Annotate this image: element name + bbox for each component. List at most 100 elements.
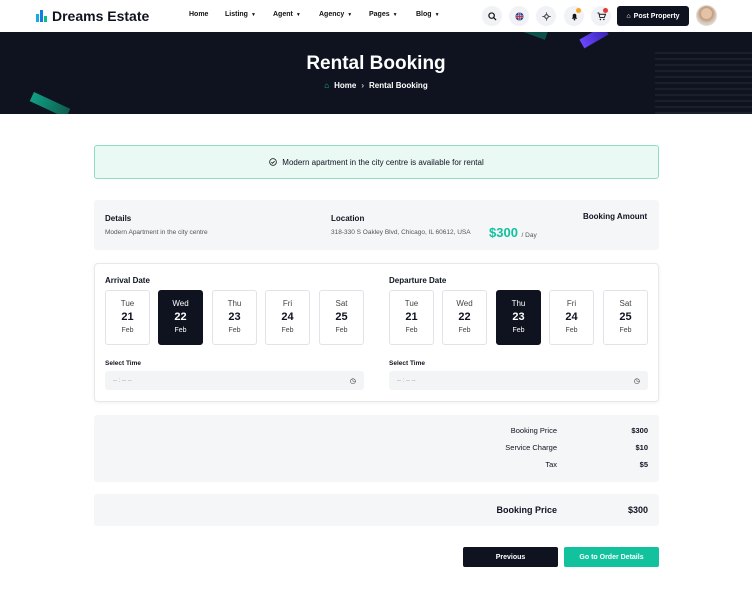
breakdown-row: Service Charge $10: [94, 443, 659, 455]
day-month: Feb: [281, 327, 294, 334]
day-date: 21: [121, 311, 134, 323]
check-circle-icon: [269, 158, 278, 166]
top-navbar: Dreams Estate Home Listing ▼ Agent ▼ Agenc…: [0, 0, 752, 32]
arrival-time-input[interactable]: -- : -- -- ◷: [105, 371, 364, 390]
menu-item-home[interactable]: Home: [189, 11, 208, 18]
home-icon: ⌂: [324, 81, 330, 90]
arrival-day-option-selected[interactable]: Wed 22 Feb: [158, 290, 203, 345]
theme-toggle-icon[interactable]: [536, 6, 556, 26]
menu-item-label: Agent: [273, 11, 293, 18]
day-date: 25: [335, 311, 348, 323]
breakdown-value: $5: [639, 460, 648, 469]
notification-badge: [576, 8, 581, 13]
menu-item-label: Pages: [369, 11, 390, 18]
breadcrumb: ⌂ Home › Rental Booking: [0, 81, 752, 90]
departure-day-option[interactable]: Fri 24 Feb: [549, 290, 594, 345]
post-property-button[interactable]: ⌂ Post Property: [617, 6, 689, 26]
menu-item-listing[interactable]: Listing ▼: [225, 11, 256, 18]
day-name: Wed: [456, 299, 473, 308]
menu-item-label: Listing: [225, 11, 248, 18]
arrival-time-placeholder: -- : -- --: [113, 377, 132, 384]
day-month: Feb: [458, 327, 471, 334]
avatar[interactable]: [696, 5, 717, 26]
booking-amount-label: Booking Amount: [583, 212, 648, 221]
departure-time-label: Select Time: [389, 360, 426, 367]
departure-day-option[interactable]: Wed 22 Feb: [442, 290, 487, 345]
day-name: Sat: [619, 299, 632, 308]
price-breakdown: Booking Price $300 Service Charge $10 Tax $…: [94, 415, 659, 482]
building-logo-icon: [36, 10, 48, 22]
chevron-down-icon: ▼: [250, 11, 256, 18]
chevron-down-icon: ▼: [434, 11, 440, 18]
day-date: 22: [458, 311, 471, 323]
breakdown-label: Booking Price: [510, 426, 557, 435]
day-date: 23: [228, 311, 241, 323]
day-month: Feb: [121, 327, 134, 334]
location-value: 318-330 S Oakley Blvd, Chicago, IL 60612…: [331, 229, 471, 236]
breakdown-row: Booking Price $300: [94, 426, 659, 438]
departure-day-option[interactable]: Tue 21 Feb: [389, 290, 434, 345]
departure-time-placeholder: -- : -- --: [397, 377, 416, 384]
home-icon: ⌂: [626, 12, 631, 20]
breakdown-row: Tax $5: [94, 460, 659, 472]
amount-price: $300: [489, 225, 518, 240]
breakdown-value: $10: [635, 443, 648, 452]
details-label: Details: [105, 214, 132, 223]
breadcrumb-current: Rental Booking: [369, 81, 428, 90]
decorative-stripe: [522, 32, 548, 40]
brand-logo[interactable]: Dreams Estate: [36, 8, 149, 24]
arrival-date-label: Arrival Date: [105, 276, 150, 285]
day-date: 25: [619, 311, 632, 323]
arrival-day-option[interactable]: Thu 23 Feb: [212, 290, 257, 345]
decorative-stripe: [29, 92, 71, 114]
arrival-day-option[interactable]: Tue 21 Feb: [105, 290, 150, 345]
day-name: Thu: [227, 299, 242, 308]
date-selection-card: Arrival Date Departure Date Tue 21 Feb Wed…: [94, 263, 659, 402]
day-date: 21: [405, 311, 418, 323]
departure-time-input[interactable]: -- : -- -- ◷: [389, 371, 648, 390]
day-date: 23: [512, 311, 525, 323]
day-month: Feb: [512, 327, 525, 334]
menu-item-label: Agency: [319, 11, 345, 18]
booking-amount-value: $300 / Day: [489, 225, 537, 240]
clock-icon: ◷: [633, 377, 640, 385]
chevron-down-icon: ▼: [347, 11, 353, 18]
chevron-down-icon: ▼: [295, 11, 301, 18]
arrival-day-option[interactable]: Fri 24 Feb: [265, 290, 310, 345]
day-month: Feb: [335, 327, 348, 334]
departure-day-option[interactable]: Sat 25 Feb: [603, 290, 648, 345]
day-month: Feb: [405, 327, 418, 334]
brand-name: Dreams Estate: [52, 8, 150, 24]
day-name: Tue: [404, 299, 419, 308]
amount-unit: / Day: [521, 232, 537, 239]
departure-day-option-selected[interactable]: Thu 23 Feb: [496, 290, 541, 345]
page-hero: Rental Booking ⌂ Home › Rental Booking: [0, 32, 752, 114]
cart-badge: [603, 8, 608, 13]
breakdown-value: $300: [631, 426, 648, 435]
alert-text: Modern apartment in the city centre is a…: [282, 157, 484, 167]
cart-icon[interactable]: [591, 6, 611, 26]
day-date: 24: [281, 311, 294, 323]
menu-item-label: Blog: [416, 11, 432, 18]
previous-button[interactable]: Previous: [463, 547, 558, 567]
day-name: Fri: [566, 299, 577, 308]
breadcrumb-home-link[interactable]: Home: [334, 81, 356, 90]
day-name: Thu: [511, 299, 526, 308]
day-name: Sat: [335, 299, 348, 308]
day-date: 24: [565, 311, 578, 323]
go-to-order-details-button[interactable]: Go to Order Details: [564, 547, 659, 567]
booking-summary-panel: Details Modern Apartment in the city cen…: [94, 200, 659, 250]
language-flag-icon[interactable]: [509, 6, 529, 26]
arrival-day-option[interactable]: Sat 25 Feb: [319, 290, 364, 345]
day-month: Feb: [565, 327, 578, 334]
menu-item-agency[interactable]: Agency ▼: [319, 11, 352, 18]
menu-item-pages[interactable]: Pages ▼: [369, 11, 398, 18]
search-icon[interactable]: [482, 6, 502, 26]
decorative-stripe: [579, 32, 609, 49]
location-label: Location: [331, 214, 365, 223]
total-label: Booking Price: [496, 505, 557, 515]
menu-item-agent[interactable]: Agent ▼: [273, 11, 301, 18]
menu-item-blog[interactable]: Blog ▼: [416, 11, 440, 18]
availability-alert: Modern apartment in the city centre is a…: [94, 145, 659, 179]
bell-icon[interactable]: [564, 6, 584, 26]
